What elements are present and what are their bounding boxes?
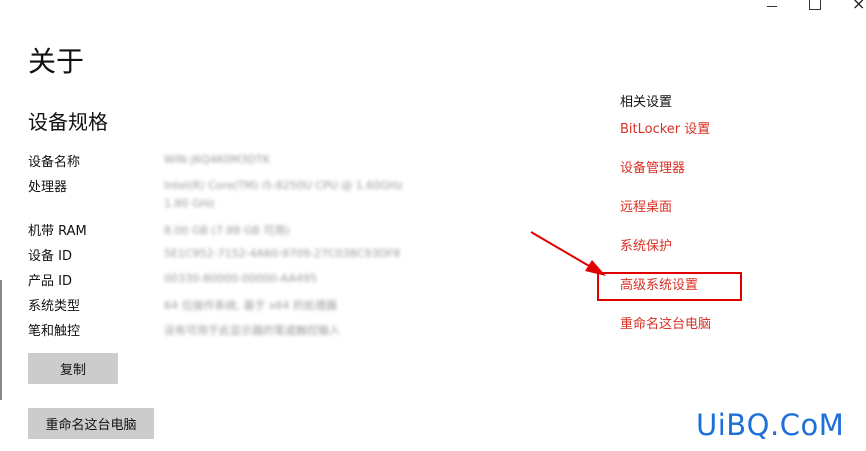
device-manager-link[interactable]: 设备管理器 <box>620 157 685 176</box>
system-protection-link[interactable]: 系统保护 <box>620 235 672 254</box>
related-settings-title: 相关设置 <box>620 95 673 110</box>
about-page: × 关于 设备规格 设备名称 WIN-J6Q4K0M3DTK 处理器 Intel… <box>0 0 866 451</box>
minimize-icon[interactable] <box>766 0 778 12</box>
watermark: UiBQ.CoM <box>696 408 845 442</box>
spec-value-device-id: 5E1C952-7152-4A60-9709-27C038C93DF8 <box>164 247 401 260</box>
remote-desktop-link[interactable]: 远程桌面 <box>620 196 672 215</box>
page-title: 关于 <box>28 45 85 78</box>
spec-label-product-id: 产品 ID <box>28 274 72 289</box>
spec-label-system-type: 系统类型 <box>28 299 81 314</box>
copy-button[interactable]: 复制 <box>28 353 118 384</box>
annotation-arrow-icon <box>530 231 606 276</box>
spec-value-product-id: 00330-80000-00000-AA495 <box>164 272 317 285</box>
close-icon[interactable]: × <box>852 0 865 12</box>
maximize-icon[interactable] <box>809 0 821 10</box>
device-specs-title: 设备规格 <box>28 110 108 134</box>
spec-value-processor: Intel(R) Core(TM) i5-8250U CPU @ 1.60GHz <box>164 179 403 192</box>
spec-label-ram: 机带 RAM <box>28 224 87 239</box>
spec-label-pen-touch: 笔和触控 <box>28 324 81 339</box>
highlight-box <box>597 272 742 301</box>
scrollbar[interactable] <box>0 280 2 400</box>
bitlocker-settings-link[interactable]: BitLocker 设置 <box>620 118 710 137</box>
spec-value-processor-speed: 1.80 GHz <box>164 197 215 210</box>
spec-label-device-name: 设备名称 <box>28 155 81 170</box>
spec-value-device-name: WIN-J6Q4K0M3DTK <box>164 153 270 166</box>
spec-value-ram: 8.00 GB (7.88 GB 可用) <box>164 224 290 237</box>
spec-value-pen-touch: 没有可用于此显示器的笔或触控输入 <box>164 324 340 337</box>
rename-pc-link[interactable]: 重命名这台电脑 <box>620 313 711 332</box>
spec-label-device-id: 设备 ID <box>28 249 72 264</box>
rename-pc-button[interactable]: 重命名这台电脑 <box>28 408 154 439</box>
spec-label-processor: 处理器 <box>28 180 68 195</box>
spec-value-system-type: 64 位操作系统, 基于 x64 的处理器 <box>164 299 337 312</box>
